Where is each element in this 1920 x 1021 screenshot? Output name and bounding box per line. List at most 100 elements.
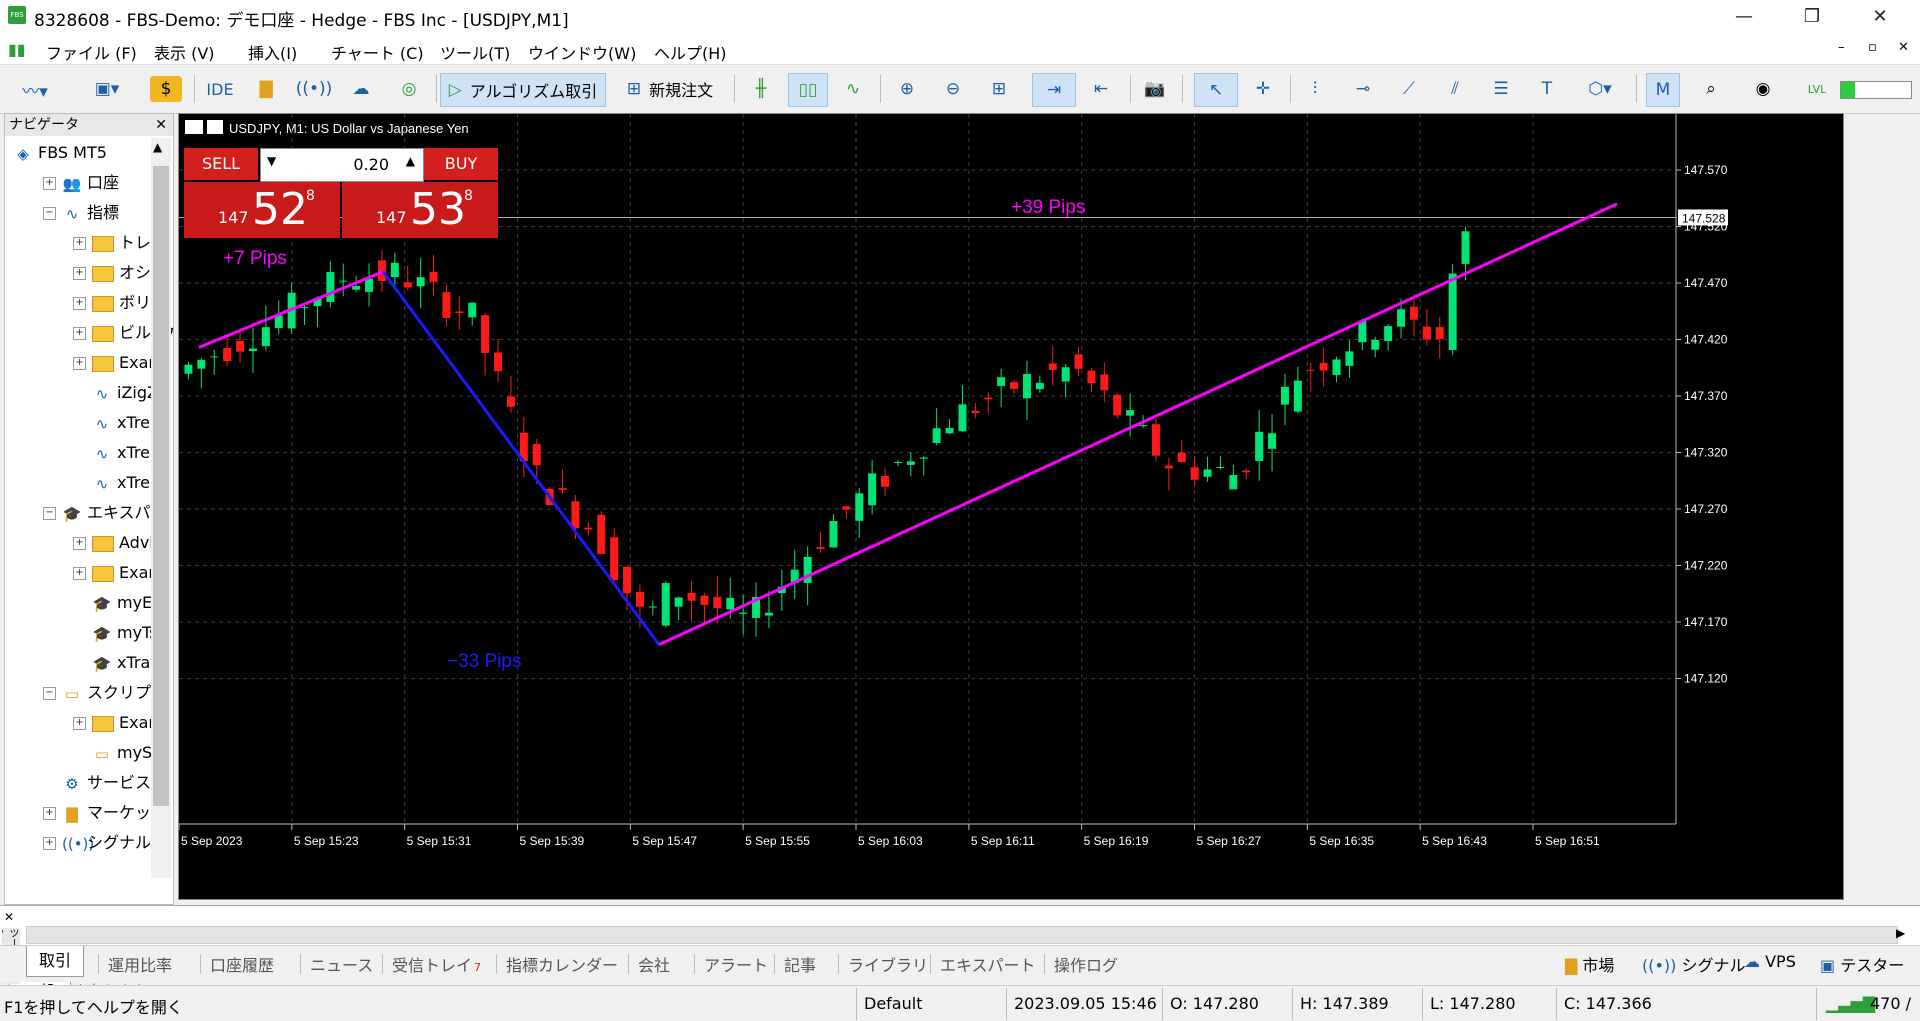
scroll-up-icon[interactable]: ▲ (153, 140, 162, 154)
zoom-in-icon[interactable]: ⊕ (890, 73, 924, 105)
toolbox-tab[interactable]: 取引 (26, 946, 85, 977)
grid-icon[interactable]: ⊞ (982, 73, 1016, 105)
cloud-icon[interactable]: ☁ (344, 73, 378, 105)
scroll-right-icon[interactable]: ▶ (1896, 926, 1905, 940)
shapes-icon[interactable]: ⬡▾ (1576, 73, 1624, 105)
search-icon[interactable]: ⌕ (1694, 73, 1728, 105)
line-chart-icon[interactable]: ∿ (836, 73, 870, 105)
navigator-item[interactable]: ◈ FBS MT5 (5, 138, 107, 168)
menu-view[interactable]: 表示 (V) (154, 40, 215, 64)
m-button[interactable]: M (1646, 73, 1680, 107)
navigator-item[interactable]: ∿ iZigZ (5, 378, 158, 408)
crosshair-icon[interactable]: ✛ (1246, 73, 1280, 105)
account-icon[interactable]: ◉ (1746, 73, 1780, 105)
expand-icon[interactable]: + (73, 327, 86, 340)
navigator-item[interactable]: − ▭ スクリプト (5, 678, 167, 708)
expand-icon[interactable]: + (73, 567, 86, 580)
screenshot-icon[interactable]: 📷 (1138, 73, 1172, 105)
expand-icon[interactable]: + (73, 717, 86, 730)
navigator-item[interactable]: − ∿ 指標 (5, 198, 119, 228)
minimize-button[interactable]: — (1716, 0, 1772, 34)
navigator-item[interactable]: ▭ mySc (5, 738, 161, 768)
expand-icon[interactable]: + (73, 267, 86, 280)
expand-icon[interactable]: + (73, 237, 86, 250)
child-minimize-button[interactable]: – (1838, 40, 1845, 55)
toolbox-tab[interactable]: 口座履歴 (210, 952, 274, 976)
navigator-item[interactable]: ∿ xTren (5, 408, 160, 438)
channel-icon[interactable]: ⫽ (1438, 73, 1472, 105)
cursor-icon[interactable]: ↖ (1194, 73, 1238, 107)
text-tool-icon[interactable]: T (1530, 73, 1564, 105)
toolbox-tab[interactable]: 会社 (638, 952, 670, 976)
navigator-item[interactable]: − 🎓 エキスパー (5, 498, 167, 528)
navigator-item[interactable]: + ▇ マーケット (5, 798, 167, 828)
toolbox-scrollbar[interactable] (26, 926, 1898, 944)
trendline-icon[interactable]: ⟋ (1392, 73, 1426, 105)
tester-button[interactable]: ▣ テスター (1820, 952, 1904, 976)
candlestick-icon[interactable]: ▯▯ (788, 73, 828, 107)
menu-help[interactable]: ヘルプ(H) (654, 40, 727, 64)
navigator-item[interactable]: ∿ xTren (5, 468, 160, 498)
navigator-item[interactable]: + Exam (5, 708, 164, 738)
sell-price[interactable]: 147 52 8 (184, 182, 340, 238)
signals-button[interactable]: ((•)) シグナル (1642, 952, 1746, 976)
menu-tools[interactable]: ツール(T) (440, 40, 510, 64)
chart-shift-icon[interactable]: ⇤ (1082, 73, 1120, 105)
dollar-icon[interactable]: $ (150, 76, 182, 102)
menu-window[interactable]: ウインドウ(W) (528, 40, 636, 64)
horizontal-line-icon[interactable]: ⊸ (1346, 73, 1380, 105)
chart-template-icon[interactable]: ▣▾ (82, 73, 132, 105)
toolbox-tab[interactable]: 運用比率 (108, 952, 172, 976)
buy-price[interactable]: 147 53 8 (342, 182, 498, 238)
child-restore-button[interactable]: ▫ (1868, 40, 1877, 55)
menu-file[interactable]: ファイル (F) (46, 40, 137, 64)
expand-icon[interactable]: + (43, 177, 56, 190)
collapse-icon[interactable]: − (43, 687, 56, 700)
expand-icon[interactable]: + (73, 537, 86, 550)
navigator-item[interactable]: ∿ xTren (5, 438, 160, 468)
navigator-item[interactable]: + ビル･ウ (5, 318, 175, 348)
market-bag-icon[interactable]: ▇ (252, 73, 280, 105)
volume-field[interactable]: ▼ 0.20 ▲ (260, 148, 424, 182)
volume-up-icon[interactable]: ▲ (406, 154, 415, 168)
scroll-thumb[interactable] (153, 166, 169, 806)
child-close-button[interactable]: ✕ (1898, 40, 1909, 55)
navigator-item[interactable]: + Advis (5, 528, 162, 558)
navigator-item[interactable]: + オシレ (5, 258, 167, 288)
collapse-icon[interactable]: − (43, 507, 56, 520)
toolbox-tab[interactable]: ライブラリ (848, 952, 928, 976)
menu-insert[interactable]: 挿入(I) (248, 40, 297, 64)
signal-icon[interactable]: ((•)) (296, 73, 333, 105)
navigator-item[interactable]: + ボリュ (5, 288, 167, 318)
fibonacci-icon[interactable]: ☰ (1484, 73, 1518, 105)
auto-scroll-icon[interactable]: ⇥ (1032, 73, 1076, 107)
navigator-item[interactable]: + Exam (5, 558, 164, 588)
navigator-item[interactable]: 🎓 xTrad (5, 648, 161, 678)
expand-icon[interactable]: + (43, 837, 56, 850)
navigator-item[interactable]: + Exam (5, 348, 164, 378)
expand-icon[interactable]: + (73, 297, 86, 310)
toolbox-close-icon[interactable]: ✕ (4, 910, 14, 924)
volume-down-icon[interactable]: ▼ (267, 154, 276, 168)
navigator-close-icon[interactable]: ✕ (155, 114, 167, 136)
close-button[interactable]: ✕ (1852, 0, 1908, 34)
navigator-item[interactable]: + 👥 口座 (5, 168, 119, 198)
toolbox-tab[interactable]: 受信トレイ 7 (392, 952, 481, 976)
algo-trading-button[interactable]: ▷ アルゴリズム取引 (440, 73, 606, 107)
vertical-line-icon[interactable]: ⫶ (1298, 73, 1332, 105)
toolbox-tab[interactable]: アラート (704, 952, 768, 976)
volume-value[interactable]: 0.20 (353, 155, 389, 174)
sell-button[interactable]: SELL (184, 148, 258, 180)
lvl-icon[interactable]: LVL (1800, 73, 1834, 105)
toolbox-tab[interactable]: 操作ログ (1054, 952, 1118, 976)
navigator-item[interactable]: + トレン (5, 228, 167, 258)
restore-button[interactable]: ❐ (1784, 0, 1840, 34)
menu-chart[interactable]: チャート (C) (331, 40, 424, 64)
toolbox-tab[interactable]: ニュース (310, 952, 373, 976)
toolbox-tab[interactable]: エキスパート (940, 952, 1036, 976)
collapse-icon[interactable]: − (43, 207, 56, 220)
expand-icon[interactable]: + (43, 807, 56, 820)
indicator-list-icon[interactable]: 〰▾ (18, 73, 52, 105)
toolbox-tab[interactable]: 記事 (784, 952, 816, 976)
ide-button[interactable]: IDE (204, 73, 236, 105)
